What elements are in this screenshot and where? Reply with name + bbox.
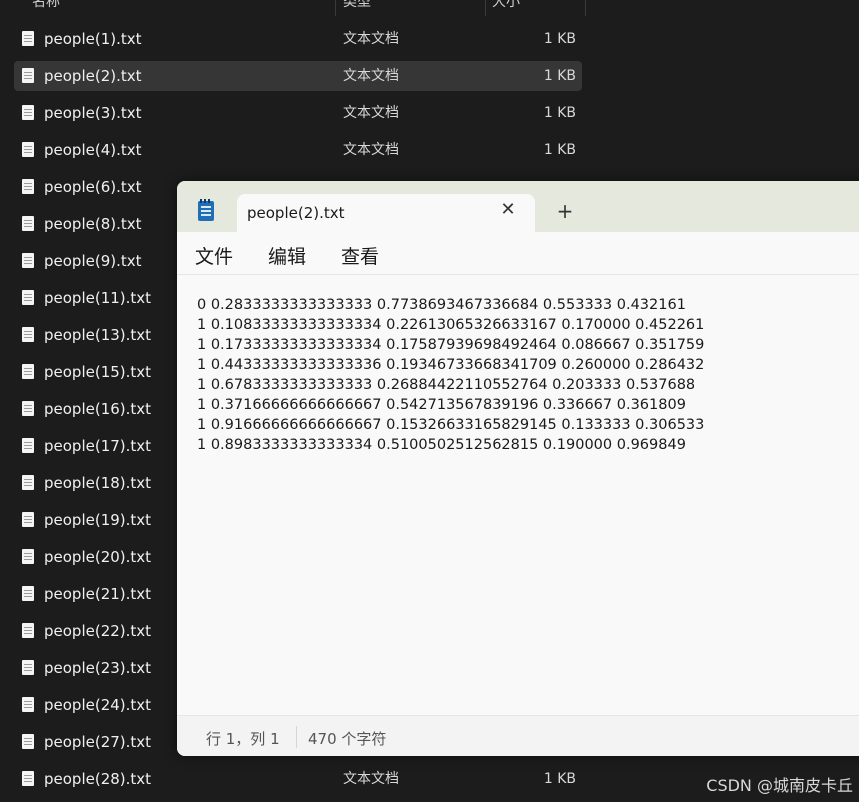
file-type: 文本文档 [343,68,399,84]
text-file-icon [22,549,34,564]
file-name: people(16).txt [44,400,152,418]
title-bar[interactable]: people(2).txt ✕ + [177,181,859,232]
file-name: people(20).txt [44,548,152,566]
character-count: 470 个字符 [308,730,387,748]
menu-file[interactable]: 文件 [195,242,233,269]
text-line: 1 0.17333333333333334 0.1758793969849246… [197,337,705,353]
text-file-icon [22,253,34,268]
menu-bar: 文件 编辑 查看 [177,232,859,275]
column-divider[interactable] [485,0,486,16]
text-line: 1 0.6783333333333333 0.26884422110552764… [197,377,696,393]
file-row[interactable]: people(4).txt 文本文档 1 KB [14,135,582,165]
menu-edit[interactable]: 编辑 [268,242,306,269]
file-name: people(27).txt [44,733,152,751]
close-icon[interactable]: ✕ [499,201,517,219]
file-name: people(8).txt [44,215,142,233]
menu-view[interactable]: 查看 [341,242,379,269]
text-line: 1 0.10833333333333334 0.2261306532663316… [197,317,705,333]
file-size: 1 KB [543,105,576,121]
text-line: 0 0.2833333333333333 0.7738693467336684 … [197,297,686,313]
watermark: CSDN @城南皮卡丘 [706,776,853,795]
file-size: 1 KB [543,68,576,84]
file-name: people(19).txt [44,511,152,529]
text-line: 1 0.8983333333333334 0.5100502512562815 … [197,437,686,453]
file-name: people(24).txt [44,696,152,714]
file-name: people(4).txt [44,141,142,159]
file-name: people(13).txt [44,326,152,344]
text-file-icon [22,734,34,749]
file-type: 文本文档 [343,31,399,47]
notepad-window: people(2).txt ✕ + 文件 编辑 查看 0 0.283333333… [177,181,859,756]
file-name: people(6).txt [44,178,142,196]
file-row[interactable]: people(2).txt 文本文档 1 KB [14,61,582,91]
file-type: 文本文档 [343,105,399,121]
text-file-icon [22,660,34,675]
text-file-icon [22,771,34,786]
file-name: people(22).txt [44,622,152,640]
tab-active-file[interactable]: people(2).txt ✕ [237,194,535,232]
text-file-icon [22,475,34,490]
file-name: people(1).txt [44,30,142,48]
column-header-type[interactable]: 类型 [343,0,371,16]
column-divider[interactable] [335,0,336,16]
text-line: 1 0.37166666666666667 0.542713567839196 … [197,397,686,413]
text-file-icon [22,438,34,453]
file-name: people(9).txt [44,252,142,270]
text-file-icon [22,512,34,527]
text-file-icon [22,142,34,157]
column-header-size[interactable]: 大小 [492,0,520,16]
file-name: people(21).txt [44,585,152,603]
file-type: 文本文档 [343,142,399,158]
file-name: people(23).txt [44,659,152,677]
file-name: people(15).txt [44,363,152,381]
text-file-icon [22,586,34,601]
file-type: 文本文档 [343,771,399,787]
column-divider[interactable] [585,0,586,16]
text-file-icon [22,216,34,231]
notepad-icon [198,199,214,221]
text-file-icon [22,290,34,305]
text-file-icon [22,105,34,120]
column-headers: 名称 类型 大小 [0,0,600,16]
file-row[interactable]: people(1).txt 文本文档 1 KB [14,24,582,54]
status-divider [296,726,297,748]
status-bar: 行 1，列 1 470 个字符 [177,715,859,756]
file-row[interactable]: people(28).txt 文本文档 1 KB [14,764,582,794]
text-editor[interactable]: 0 0.2833333333333333 0.7738693467336684 … [177,275,859,715]
text-file-icon [22,697,34,712]
text-file-icon [22,364,34,379]
text-line: 1 0.44333333333333336 0.1934673366834170… [197,357,705,373]
cursor-position: 行 1，列 1 [206,730,280,748]
text-file-icon [22,327,34,342]
text-file-icon [22,31,34,46]
plus-icon[interactable]: + [555,201,575,221]
text-file-icon [22,68,34,83]
text-file-icon [22,401,34,416]
tab-title: people(2).txt [247,204,345,222]
file-size: 1 KB [543,142,576,158]
file-name: people(28).txt [44,770,152,788]
screen: 名称 类型 大小 people(1).txt 文本文档 1 KB people(2).… [0,0,859,802]
file-size: 1 KB [543,771,576,787]
file-name: people(2).txt [44,67,142,85]
file-row[interactable]: people(3).txt 文本文档 1 KB [14,98,582,128]
file-name: people(11).txt [44,289,152,307]
file-name: people(3).txt [44,104,142,122]
file-size: 1 KB [543,31,576,47]
text-file-icon [22,623,34,638]
file-name: people(18).txt [44,474,152,492]
column-header-name[interactable]: 名称 [32,0,60,16]
text-file-icon [22,179,34,194]
file-name: people(17).txt [44,437,152,455]
text-line: 1 0.91666666666666667 0.1532663316582914… [197,417,705,433]
